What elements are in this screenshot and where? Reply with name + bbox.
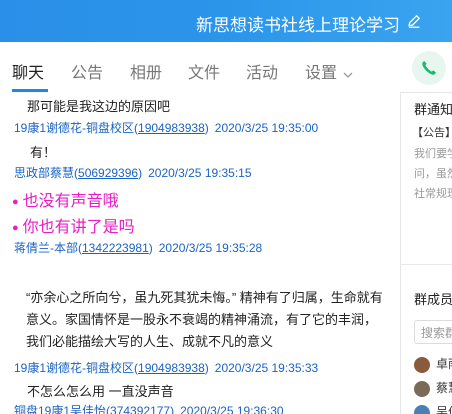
tab-files[interactable]: 文件 bbox=[188, 59, 220, 83]
message-timestamp: 2020/3/25 19:35:15 bbox=[148, 166, 252, 180]
member-search-input[interactable]: 搜索群成员 bbox=[414, 320, 452, 344]
phone-icon bbox=[422, 61, 436, 75]
chevron-down-icon bbox=[343, 65, 353, 83]
message-text: ● 你也有讲了是吗 bbox=[12, 219, 135, 236]
member-name: 蔡慧 bbox=[436, 381, 452, 395]
sender-name: 蒋倩兰-本部 bbox=[14, 241, 78, 255]
message-timestamp: 2020/3/25 19:35:33 bbox=[214, 361, 319, 375]
avatar bbox=[414, 356, 430, 373]
tab-settings-label: 设置 bbox=[305, 65, 338, 82]
notice-text-line: 问，虽然 bbox=[414, 168, 452, 180]
sender-qq-link[interactable]: 1904983938 bbox=[138, 121, 205, 135]
group-members-title: 群成员 bbox=[414, 292, 452, 307]
message-text: “亦余心之所向兮，虽九死其犹未悔。” 精神有了归属，生命就有意义。家国情怀是一股… bbox=[26, 290, 383, 349]
notice-tag: 【公告】 bbox=[412, 127, 452, 139]
sender-name: 思政部蔡慧 bbox=[14, 166, 75, 180]
edit-pencil-icon[interactable] bbox=[406, 13, 422, 29]
sender-qq-link[interactable]: 1342223981 bbox=[82, 241, 149, 255]
avatar bbox=[414, 380, 430, 397]
avatar bbox=[414, 404, 430, 414]
group-notice-title[interactable]: 群通知 bbox=[414, 99, 452, 118]
group-info-panel: 群通知 【公告】 我们要学 问，虽然 社常规理 群成员 搜索群成员 卓雨 蔡慧 … bbox=[401, 92, 452, 414]
window-title: 新思想读书社线上理论学习 bbox=[196, 16, 400, 35]
member-item[interactable]: 卓雨 bbox=[414, 355, 452, 373]
message-text: 有！ bbox=[30, 145, 57, 160]
message-timestamp: 2020/3/25 19:35:00 bbox=[214, 121, 319, 135]
sender-qq-link[interactable]: 506929396 bbox=[78, 166, 138, 180]
tab-chat[interactable]: 聊天 bbox=[12, 59, 44, 83]
member-name: 吴佳 bbox=[436, 405, 452, 414]
member-name: 卓雨 bbox=[436, 357, 452, 371]
message-sender: 19康1谢德花-铜盘校区(1904983938) 2020/3/25 19:35:… bbox=[14, 361, 319, 375]
sender-name: 19康1谢德花-铜盘校区 bbox=[14, 361, 135, 375]
tab-settings[interactable]: 设置 bbox=[305, 59, 353, 83]
message-sender: 思政部蔡慧(506929396) 2020/3/25 19:35:15 bbox=[14, 166, 252, 180]
message-timestamp: 2020/3/25 19:35:28 bbox=[158, 241, 263, 255]
tab-activities[interactable]: 活动 bbox=[246, 59, 278, 83]
sender-name: 铜盘19康1吴佳怡 bbox=[14, 404, 107, 414]
bullet-dot-icon: ● bbox=[12, 195, 19, 208]
tab-album[interactable]: 相册 bbox=[130, 59, 162, 83]
title-bar: 新思想读书社线上理论学习 bbox=[0, 0, 452, 42]
voice-call-button[interactable] bbox=[412, 51, 446, 85]
sender-qq-link[interactable]: 1904983938 bbox=[138, 361, 205, 375]
message-sender: 蒋倩兰-本部(1342223981) 2020/3/25 19:35:28 bbox=[14, 241, 263, 255]
message-sender: 铜盘19康1吴佳怡(374392177) 2020/3/25 19:36:30 bbox=[14, 402, 284, 414]
message-text: 那可能是我这边的原因吧 bbox=[27, 99, 171, 114]
notice-text-line: 社常规理 bbox=[414, 188, 452, 200]
message-text: ● 也没有声音哦 bbox=[12, 193, 119, 210]
sender-name: 19康1谢德花-铜盘校区 bbox=[14, 121, 135, 135]
notice-text-line: 我们要学 bbox=[414, 148, 452, 160]
bullet-dot-icon: ● bbox=[12, 221, 19, 234]
message-timestamp: 2020/3/25 19:36:30 bbox=[180, 404, 284, 414]
tab-announcements[interactable]: 公告 bbox=[71, 59, 103, 83]
member-item[interactable]: 吴佳 bbox=[414, 403, 452, 414]
message-sender: 19康1谢德花-铜盘校区(1904983938) 2020/3/25 19:35:… bbox=[14, 121, 319, 135]
divider bbox=[401, 264, 452, 265]
member-item[interactable]: 蔡慧 bbox=[414, 379, 452, 397]
chat-messages[interactable]: 那可能是我这边的原因吧 19康1谢德花-铜盘校区(1904983938) 2020… bbox=[0, 92, 400, 414]
tab-bar: 聊天 公告 相册 文件 活动 设置 bbox=[0, 42, 452, 93]
message-text: 不怎么怎么用 一直没声音 bbox=[27, 384, 174, 399]
sender-qq-link[interactable]: 374392177 bbox=[110, 404, 170, 414]
